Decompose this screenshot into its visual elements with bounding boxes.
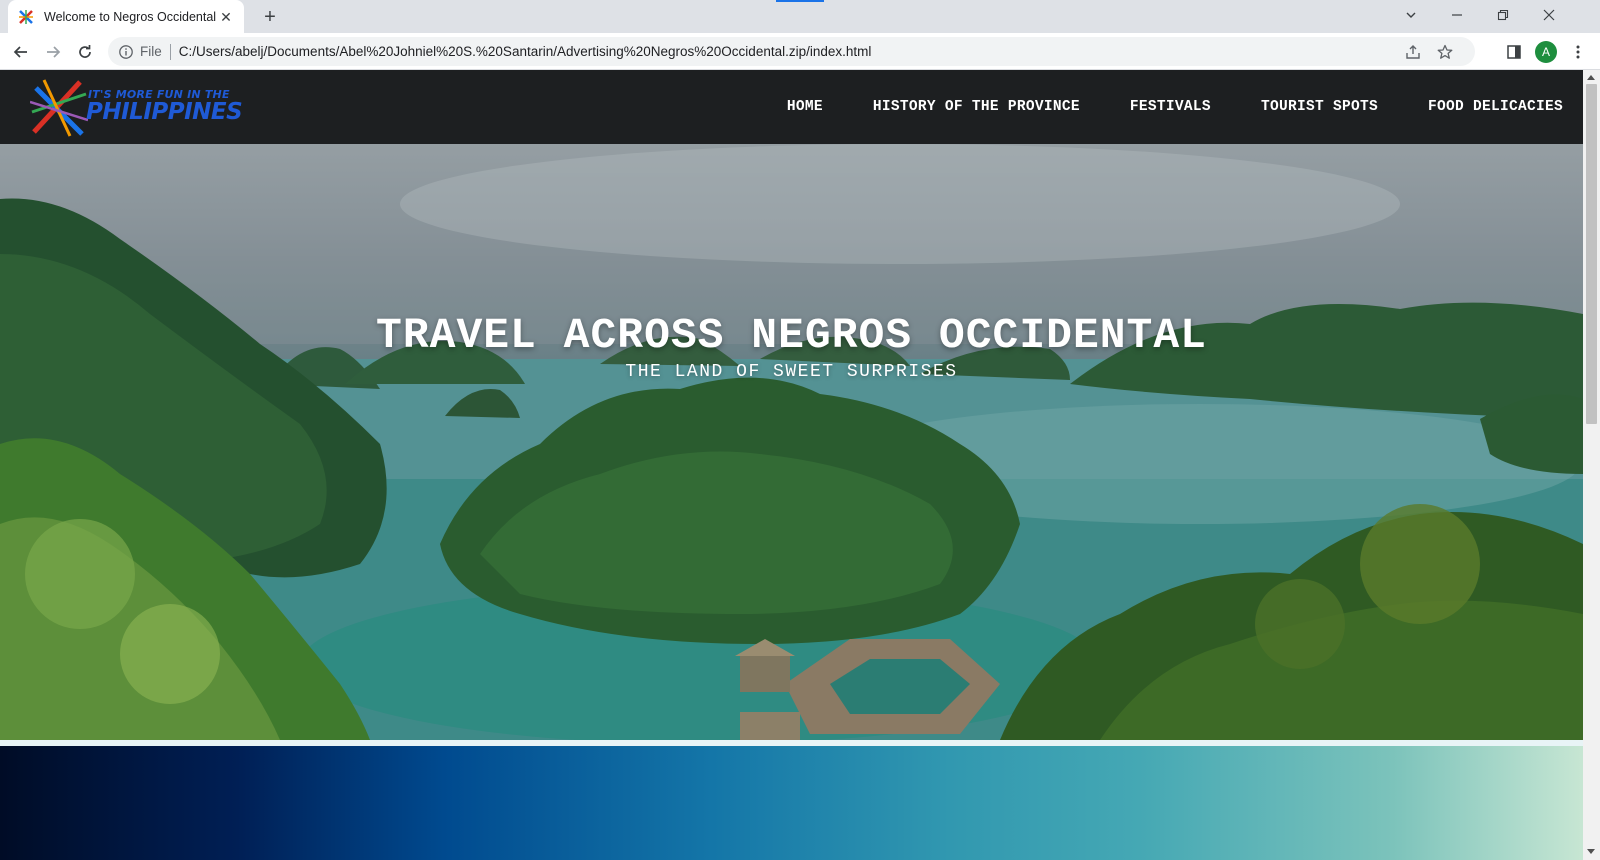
- restore-icon[interactable]: [1480, 0, 1526, 30]
- site-logo[interactable]: IT'S MORE FUN IN THE PHILIPPINES: [30, 76, 243, 138]
- reload-icon[interactable]: [72, 39, 98, 65]
- minimize-icon[interactable]: [1434, 0, 1480, 30]
- logo-country: PHILIPPINES: [86, 99, 243, 125]
- tab-search-indicator: [776, 0, 824, 2]
- bookmark-star-icon[interactable]: [1432, 37, 1458, 66]
- window-close-icon[interactable]: [1526, 0, 1572, 30]
- tab-search-chevron-icon[interactable]: [1388, 0, 1434, 30]
- page-scrollbar[interactable]: [1583, 70, 1600, 860]
- browser-tab-active[interactable]: Welcome to Negros Occidental ✕: [8, 0, 244, 33]
- address-bar[interactable]: File C:/Users/abelj/Documents/Abel%20Joh…: [108, 37, 1475, 66]
- menu-tourist-spots[interactable]: TOURIST SPOTS: [1261, 99, 1378, 115]
- philippines-cross-logo-icon: [30, 79, 88, 137]
- hero-landscape-image: [0, 144, 1583, 740]
- hero-banner: TRAVEL ACROSS NEGROS OCCIDENTAL THE LAND…: [0, 144, 1583, 740]
- share-icon[interactable]: [1400, 37, 1426, 66]
- site-info-icon[interactable]: [118, 44, 134, 60]
- back-arrow-icon[interactable]: [8, 39, 34, 65]
- page-viewport: IT'S MORE FUN IN THE PHILIPPINES HOME HI…: [0, 70, 1583, 860]
- main-menu: HOME HISTORY OF THE PROVINCE FESTIVALS T…: [737, 70, 1563, 144]
- new-tab-button[interactable]: +: [258, 6, 282, 30]
- menu-history[interactable]: HISTORY OF THE PROVINCE: [873, 99, 1080, 115]
- scroll-down-arrow-icon[interactable]: [1587, 849, 1595, 854]
- address-separator: [169, 43, 171, 60]
- url-scheme-label: File: [140, 44, 162, 59]
- site-navbar: IT'S MORE FUN IN THE PHILIPPINES HOME HI…: [0, 70, 1583, 144]
- browser-toolbar: File C:/Users/abelj/Documents/Abel%20Joh…: [0, 33, 1600, 70]
- tab-close-icon[interactable]: ✕: [218, 9, 234, 25]
- menu-home[interactable]: HOME: [787, 99, 823, 115]
- avatar-letter: A: [1535, 41, 1557, 63]
- forward-arrow-icon[interactable]: [40, 39, 66, 65]
- tab-title: Welcome to Negros Occidental: [44, 9, 217, 24]
- profile-avatar[interactable]: A: [1533, 39, 1559, 65]
- hero-subtitle: THE LAND OF SWEET SURPRISES: [625, 362, 958, 382]
- side-panel-icon[interactable]: [1501, 39, 1527, 65]
- browser-menu-kebab-icon[interactable]: [1565, 39, 1591, 65]
- browser-tabstrip: Welcome to Negros Occidental ✕ +: [0, 0, 1600, 33]
- menu-food-delicacies[interactable]: FOOD DELICACIES: [1428, 99, 1563, 115]
- hero-title: TRAVEL ACROSS NEGROS OCCIDENTAL: [376, 311, 1207, 360]
- gradient-section: [0, 746, 1583, 860]
- site-favicon-icon: [18, 8, 34, 25]
- url-text[interactable]: C:/Users/abelj/Documents/Abel%20Johniel%…: [179, 44, 872, 59]
- scroll-up-arrow-icon[interactable]: [1587, 75, 1595, 80]
- scrollbar-thumb[interactable]: [1586, 84, 1597, 424]
- menu-festivals[interactable]: FESTIVALS: [1130, 99, 1211, 115]
